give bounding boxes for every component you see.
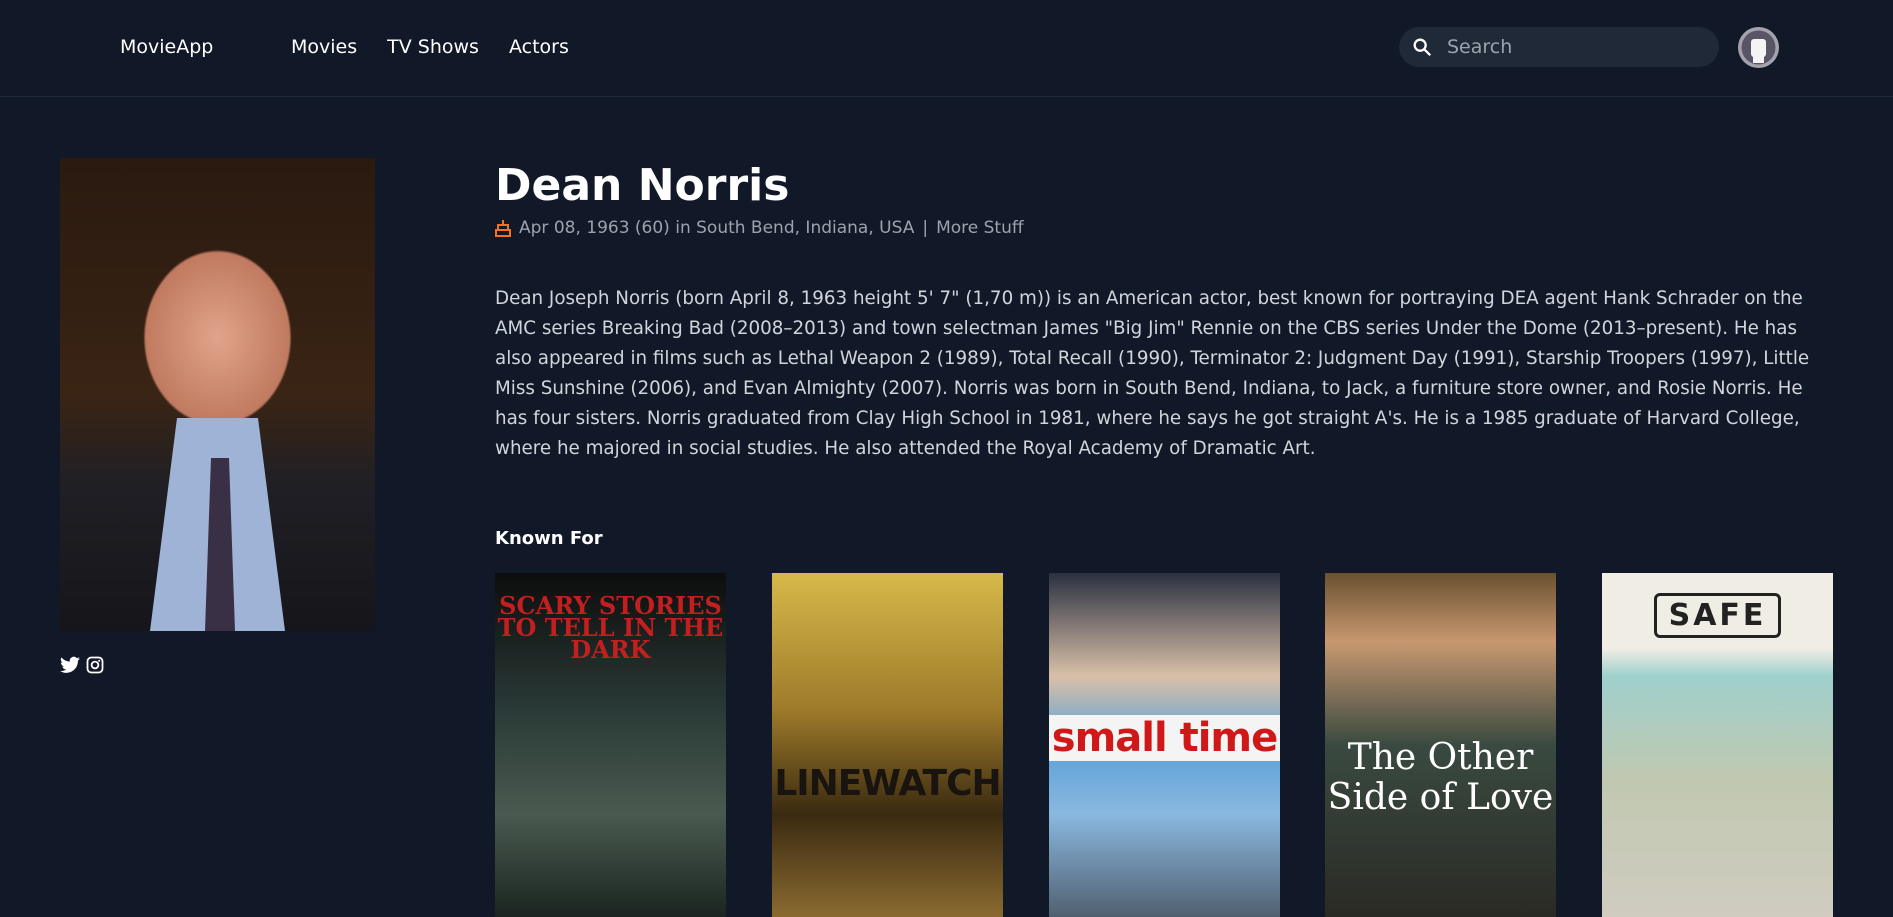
- top-nav: MovieApp Movies TV Shows Actors: [0, 0, 1893, 97]
- search-box: [1399, 27, 1719, 67]
- nav-actors[interactable]: Actors: [509, 36, 569, 58]
- poster-linewatch[interactable]: LINEWATCH: [772, 573, 1003, 917]
- app-logo[interactable]: MovieApp: [120, 36, 213, 58]
- poster-safe[interactable]: SAFE: [1602, 573, 1833, 917]
- user-avatar[interactable]: [1738, 27, 1779, 68]
- birthday-cake-icon: [495, 220, 511, 237]
- poster-small-time[interactable]: small time: [1049, 573, 1280, 917]
- social-links: [60, 656, 104, 674]
- nav-movies[interactable]: Movies: [291, 36, 357, 58]
- search-icon: [1413, 38, 1432, 57]
- actor-meta: Apr 08, 1963 (60) in South Bend, Indiana…: [495, 218, 1024, 238]
- separator: |: [922, 218, 929, 238]
- actor-biography: Dean Joseph Norris (born April 8, 1963 h…: [495, 288, 1810, 459]
- more-stuff-link[interactable]: More Stuff: [936, 218, 1024, 238]
- poster-scary-stories[interactable]: SCARY STORIES TO TELL IN THE DARK: [495, 573, 726, 917]
- actor-name: Dean Norris: [495, 160, 790, 211]
- search-input[interactable]: [1447, 36, 1707, 58]
- actor-photo: [60, 158, 375, 631]
- poster-other-side-of-love[interactable]: The Other Side of Love: [1325, 573, 1556, 917]
- instagram-icon[interactable]: [86, 656, 104, 674]
- main-nav: Movies TV Shows Actors: [291, 36, 569, 58]
- birth-info: Apr 08, 1963 (60) in South Bend, Indiana…: [519, 218, 915, 238]
- nav-tv-shows[interactable]: TV Shows: [387, 36, 479, 58]
- known-for-heading: Known For: [495, 528, 603, 549]
- twitter-icon[interactable]: [60, 656, 80, 674]
